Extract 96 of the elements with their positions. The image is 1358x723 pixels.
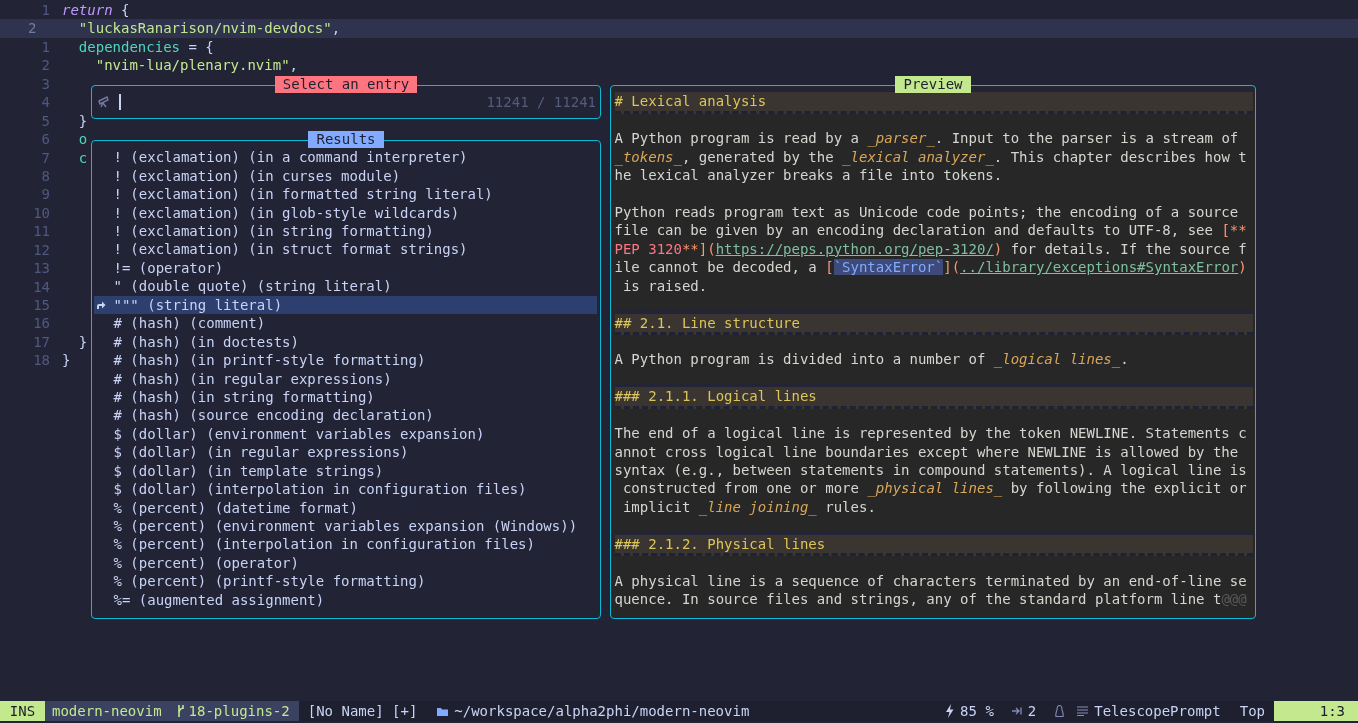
code-line: c xyxy=(77,148,88,167)
preview-line: is raised. xyxy=(621,276,709,296)
branch-icon xyxy=(175,704,184,718)
scroll-position: Top xyxy=(1239,703,1265,719)
list-icon xyxy=(1077,706,1089,716)
result-item[interactable]: ! (exclamation) (in curses module) xyxy=(93,166,597,186)
file-path: ~/workspace/alpha2phi/modern-neovim xyxy=(454,703,750,719)
line-number: 17 xyxy=(32,332,50,352)
result-item[interactable]: $ (dollar) (in template strings) xyxy=(93,461,597,481)
line-number: 9 xyxy=(40,185,50,204)
line-number: 13 xyxy=(32,259,50,278)
result-item[interactable]: % (percent) (environment variables expansion (Windows)) xyxy=(93,517,597,536)
panel-title: Results xyxy=(308,131,384,148)
preview-line: ile cannot be decoded, a [`SyntaxError`](../library/exceptions#SyntaxError) xyxy=(614,258,1248,277)
memory-usage: 85 % xyxy=(960,703,994,719)
cursor-position: 1:3 xyxy=(1274,701,1358,721)
preview-line: file can be given by an encoding declaration and defaults to UTF-8, see [** xyxy=(614,221,1248,240)
selection-arrow-icon xyxy=(95,300,106,310)
preview-line: The end of a logical line is represented by the token NEWLINE. Statements c xyxy=(614,424,1248,443)
result-item[interactable]: % (percent) (operator) xyxy=(93,553,597,573)
result-item[interactable]: # (hash) (source encoding declaration) xyxy=(93,406,597,425)
result-item[interactable]: $ (dollar) (in regular expressions) xyxy=(93,443,597,462)
folder-icon xyxy=(437,706,449,716)
line-number: 18 xyxy=(32,351,50,370)
line-number: 10 xyxy=(32,203,50,223)
result-item[interactable]: # (hash) (in string formatting) xyxy=(93,388,597,407)
match-counter: 11241 / 11241 xyxy=(486,94,596,110)
line-number: 3 xyxy=(40,74,50,94)
result-item[interactable]: """ (string literal) xyxy=(93,295,597,315)
result-item[interactable]: ! (exclamation) (in struct format strings) xyxy=(93,240,597,259)
code-line: return { xyxy=(62,1,130,20)
result-item[interactable]: # (hash) (in doctests) xyxy=(93,332,597,352)
line-number: 11 xyxy=(32,222,50,241)
preview-line: quence. In source files and strings, any of the standard platform line t@@@ xyxy=(614,590,1248,609)
preview-line: A physical line is a sequence of characters terminated by an end-of-line se xyxy=(614,571,1248,591)
preview-line: annot cross logical line boundaries except where NEWLINE is allowed by the xyxy=(614,442,1240,462)
line-number: 12 xyxy=(32,240,50,260)
preview-heading: ## 2.1. Line structure xyxy=(614,309,1253,335)
code-line: "luckasRanarison/nvim-devdocs", xyxy=(77,19,341,38)
code-line: dependencies = { xyxy=(77,37,214,57)
text-cursor xyxy=(119,94,121,110)
line-number: 1 xyxy=(40,37,50,57)
result-item[interactable]: # (hash) (in printf-style formatting) xyxy=(93,351,597,370)
preview-line: implicit _line joining_ rules. xyxy=(621,497,877,517)
line-number: 8 xyxy=(40,166,50,186)
line-number: 4 xyxy=(40,93,50,112)
code-line: o xyxy=(77,130,88,149)
result-item[interactable]: # (hash) (comment) xyxy=(93,314,597,333)
result-item[interactable]: ! (exclamation) (in string formatting) xyxy=(93,222,597,241)
line-number: 2 xyxy=(27,19,38,38)
panel-title: Preview xyxy=(895,76,971,93)
result-item[interactable]: % (percent) (printf-style formatting) xyxy=(93,572,597,591)
line-number: 1 xyxy=(40,1,50,20)
tab-arrow-icon xyxy=(1011,707,1022,715)
preview-line: A Python program is divided into a number of _logical lines_. xyxy=(614,350,1130,369)
line-number: 6 xyxy=(40,130,50,149)
result-item[interactable]: $ (dollar) (environment variables expansion) xyxy=(93,424,597,444)
result-item[interactable]: % (percent) (datetime format) xyxy=(93,498,597,518)
indent-size: 2 xyxy=(1027,703,1037,719)
preview-line: _tokens_, generated by the _lexical analyzer_. This chapter describes how t xyxy=(614,147,1248,167)
preview-heading: ### 2.1.1. Logical lines xyxy=(614,383,1253,409)
preview-heading: # Lexical analysis xyxy=(614,88,1253,114)
preview-line: syntax (e.g., between statements in compound statements). A logical line is xyxy=(614,461,1248,480)
file-type: TelescopePrompt xyxy=(1094,703,1221,719)
result-item[interactable]: != (operator) xyxy=(93,258,597,278)
mode-indicator: INS xyxy=(0,701,45,721)
result-item[interactable]: " (double quote) (string literal) xyxy=(93,277,597,296)
telescope-icon xyxy=(98,96,109,108)
code-line: "nvim-lua/plenary.nvim", xyxy=(94,56,298,75)
result-item[interactable]: # (hash) (in regular expressions) xyxy=(93,369,597,388)
result-item[interactable]: % (percent) (interpolation in configuration files) xyxy=(93,535,597,554)
code-line: } xyxy=(77,332,88,352)
preview-line: constructed from one or more _physical lines_ by following the explicit or xyxy=(621,479,1248,498)
lightning-icon xyxy=(945,704,955,718)
preview-line: he lexical analyzer breaks a file into tokens. xyxy=(614,166,1004,185)
preview-line: Python reads program text as Unicode code points; the encoding of a source xyxy=(614,202,1240,222)
line-number: 7 xyxy=(40,148,50,167)
project-name: modern-neovim xyxy=(52,703,162,719)
file-name: [No Name] [+] xyxy=(307,703,418,719)
preview-heading: ### 2.1.2. Physical lines xyxy=(614,530,1253,557)
result-item[interactable]: $ (dollar) (interpolation in configuration files) xyxy=(93,480,597,499)
code-line: } xyxy=(77,111,88,131)
result-item[interactable]: ! (exclamation) (in glob-style wildcards) xyxy=(93,203,597,223)
line-number: 2 xyxy=(40,56,50,75)
preview-line: A Python program is read by a _parser_. Input to the parser is a stream of xyxy=(614,129,1240,148)
line-number: 15 xyxy=(32,296,50,315)
code-line: } xyxy=(62,351,71,370)
result-item[interactable]: ! (exclamation) (in formatted string literal) xyxy=(93,185,597,204)
result-item[interactable]: %= (augmented assignment) xyxy=(93,590,597,610)
panel-title: Select an entry xyxy=(274,76,418,93)
preview-line: PEP 3120**](https://peps.python.org/pep-3120/) for details. If the source f xyxy=(614,239,1248,259)
branch-name: 18-plugins-2 xyxy=(188,703,290,719)
line-number: 14 xyxy=(32,277,50,296)
line-number: 5 xyxy=(40,111,50,131)
result-item[interactable]: ! (exclamation) (in a command interpreter) xyxy=(93,148,597,167)
line-number: 16 xyxy=(32,314,50,333)
